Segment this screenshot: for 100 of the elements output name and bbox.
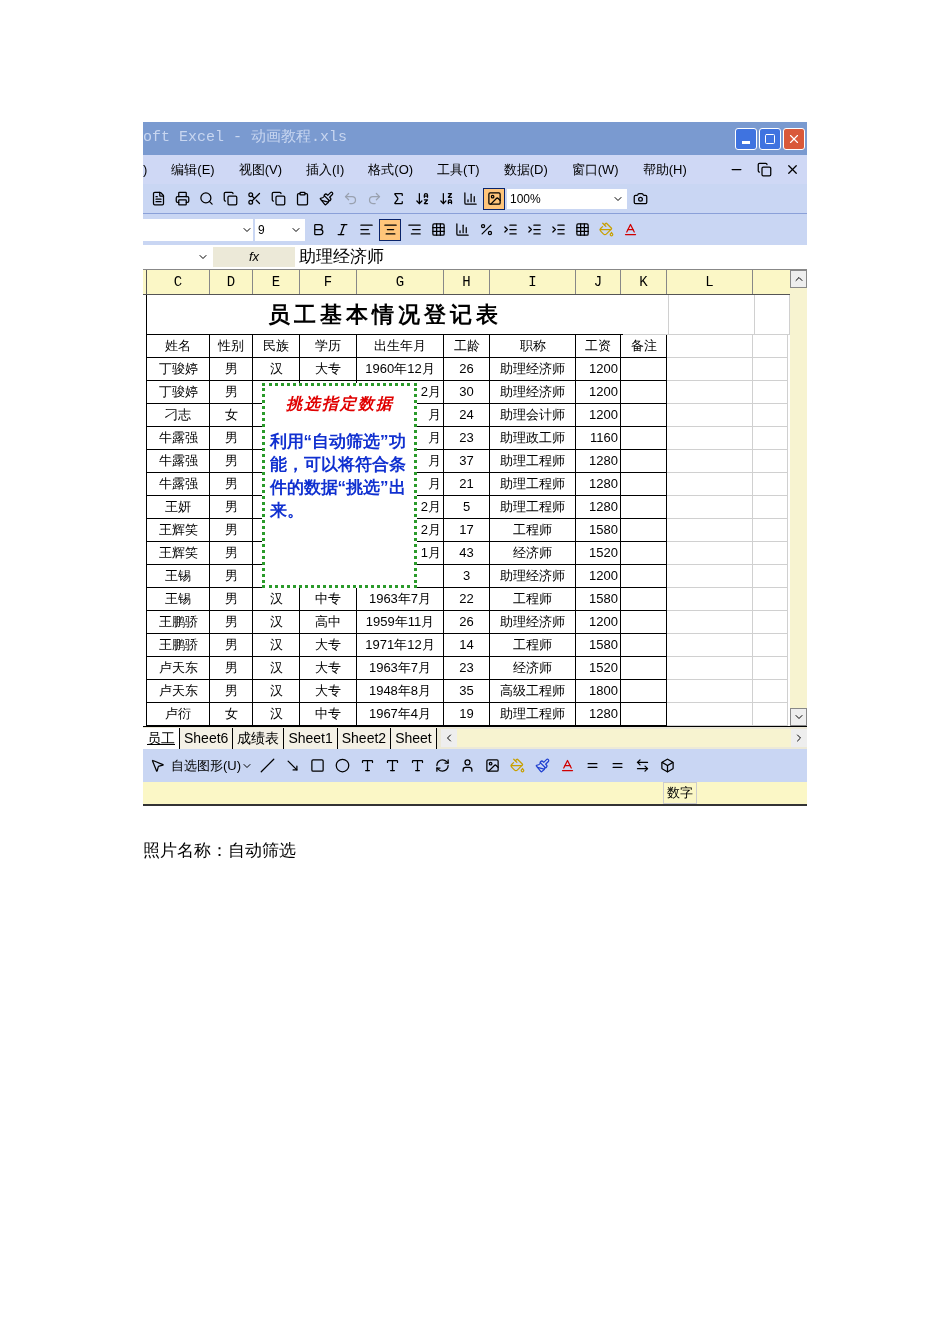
table-cell: 1971年12月 xyxy=(357,634,444,657)
table-cell: 1200 xyxy=(576,611,621,634)
indent-icon[interactable] xyxy=(550,222,566,237)
wordart-icon[interactable] xyxy=(409,758,425,773)
sheet-tab[interactable]: Sheet2 xyxy=(337,727,392,749)
fill-color-icon[interactable] xyxy=(509,758,525,773)
rectangle-icon[interactable] xyxy=(309,758,325,773)
cut-icon[interactable] xyxy=(246,191,262,206)
vertical-scrollbar[interactable] xyxy=(790,270,807,726)
horizontal-scrollbar[interactable] xyxy=(440,729,807,747)
table-cell: 汉 xyxy=(253,657,300,680)
print-preview-icon[interactable] xyxy=(198,191,214,206)
font-color-icon[interactable] xyxy=(622,222,638,237)
restore-icon[interactable] xyxy=(756,162,772,177)
menu-item[interactable]: 窗口(W) xyxy=(571,159,619,180)
pointer-icon[interactable] xyxy=(149,758,165,773)
table-cell: 男 xyxy=(210,542,253,565)
menu-item[interactable]: 编辑(E) xyxy=(171,159,215,180)
column-header[interactable]: L xyxy=(667,270,753,294)
sheet-tab[interactable]: Sheet1 xyxy=(284,727,338,749)
line-icon[interactable] xyxy=(259,758,275,773)
sheet-tab[interactable]: Sheet xyxy=(391,727,437,749)
minimize-button[interactable] xyxy=(735,127,757,150)
chart-icon[interactable] xyxy=(462,191,478,206)
column-heading: 工龄 xyxy=(444,335,490,358)
menu-item[interactable]: 数据(D) xyxy=(503,159,548,180)
sheet-tab[interactable]: 员工 xyxy=(143,727,180,749)
formula-value[interactable]: 助理经济师 xyxy=(295,244,384,270)
line-color-icon[interactable] xyxy=(534,758,550,773)
copy-icon[interactable] xyxy=(270,191,286,206)
table-cell: 24 xyxy=(444,404,490,427)
maximize-icon xyxy=(764,132,776,145)
paste-icon[interactable] xyxy=(294,191,310,206)
menu-item[interactable]: 帮助(H) xyxy=(642,159,687,180)
font-color-icon[interactable] xyxy=(559,758,575,773)
table-cell: 王锡 xyxy=(147,588,210,611)
table-cell: 王鹏骄 xyxy=(147,611,210,634)
table-cell xyxy=(753,634,788,657)
format-painter-icon[interactable] xyxy=(318,191,334,206)
column-header[interactable]: E xyxy=(253,270,300,294)
table-cell: 高级工程师 xyxy=(490,680,576,703)
decrease-decimal-icon[interactable] xyxy=(526,222,542,237)
font-size-field[interactable]: 9 xyxy=(255,218,305,241)
menu-item[interactable]: 插入(I) xyxy=(306,159,345,180)
close-button[interactable] xyxy=(783,127,805,150)
fill-color-icon[interactable] xyxy=(598,222,614,237)
font-name-field[interactable] xyxy=(143,218,253,241)
column-header[interactable]: F xyxy=(300,270,357,294)
table-cell: 14 xyxy=(444,634,490,657)
column-header[interactable]: H xyxy=(444,270,490,294)
percent-icon[interactable] xyxy=(478,222,494,237)
merge-icon[interactable] xyxy=(430,222,446,237)
research-icon[interactable] xyxy=(222,191,238,206)
column-header[interactable]: K xyxy=(621,270,667,294)
table-cell: 1160 xyxy=(576,427,621,450)
increase-decimal-icon[interactable] xyxy=(502,222,518,237)
column-header[interactable]: C xyxy=(147,270,210,294)
zoom-field[interactable]: 100% xyxy=(507,188,627,209)
sheet-tab[interactable]: Sheet6 xyxy=(180,727,234,749)
table-cell: 1963年7月 xyxy=(357,657,444,680)
sheet-tab[interactable]: 成绩表 xyxy=(233,727,285,749)
autoshapes-menu[interactable]: 自选图形(U) xyxy=(171,755,254,776)
table-cell: 男 xyxy=(210,519,253,542)
table-cell xyxy=(621,381,667,404)
table-cell: 汉 xyxy=(253,358,300,381)
column-header[interactable]: I xyxy=(490,270,576,294)
currency-icon[interactable] xyxy=(454,222,470,237)
table-cell: 牛露强 xyxy=(147,473,210,496)
column-header[interactable]: G xyxy=(357,270,444,294)
diagram-icon[interactable] xyxy=(434,758,450,773)
column-header[interactable]: J xyxy=(576,270,621,294)
vertical-text-icon[interactable] xyxy=(384,758,400,773)
maximize-button[interactable] xyxy=(759,127,781,150)
text-box-icon[interactable] xyxy=(359,758,375,773)
table-cell: 37 xyxy=(444,450,490,473)
shadow-icon[interactable] xyxy=(659,758,675,773)
clip-art-icon[interactable] xyxy=(459,758,475,773)
table-cell: 1200 xyxy=(576,565,621,588)
table-cell: 26 xyxy=(444,358,490,381)
function-label[interactable]: fx xyxy=(213,247,295,267)
table-cell: 助理会计师 xyxy=(490,404,576,427)
align-left-icon[interactable] xyxy=(358,222,374,237)
menu-item[interactable]: ) xyxy=(143,159,148,180)
menu-item[interactable]: 视图(V) xyxy=(238,159,283,180)
menu-item[interactable]: 格式(O) xyxy=(368,159,414,180)
align-right-icon[interactable] xyxy=(406,222,422,237)
menu-item[interactable]: 工具(T) xyxy=(437,159,480,180)
oval-icon[interactable] xyxy=(334,758,350,773)
column-heading: 学历 xyxy=(300,335,357,358)
column-heading: 姓名 xyxy=(147,335,210,358)
sort-ascending-icon[interactable] xyxy=(414,191,430,206)
italic-icon[interactable] xyxy=(334,222,350,237)
arrow-style-icon[interactable] xyxy=(634,758,650,773)
camera-icon[interactable] xyxy=(632,191,648,206)
sort-descending-icon[interactable] xyxy=(438,191,454,206)
image-icon[interactable] xyxy=(484,758,500,773)
document-icon[interactable] xyxy=(150,191,166,206)
column-header[interactable]: D xyxy=(210,270,253,294)
print-icon[interactable] xyxy=(174,191,190,206)
borders-icon[interactable] xyxy=(574,222,590,237)
